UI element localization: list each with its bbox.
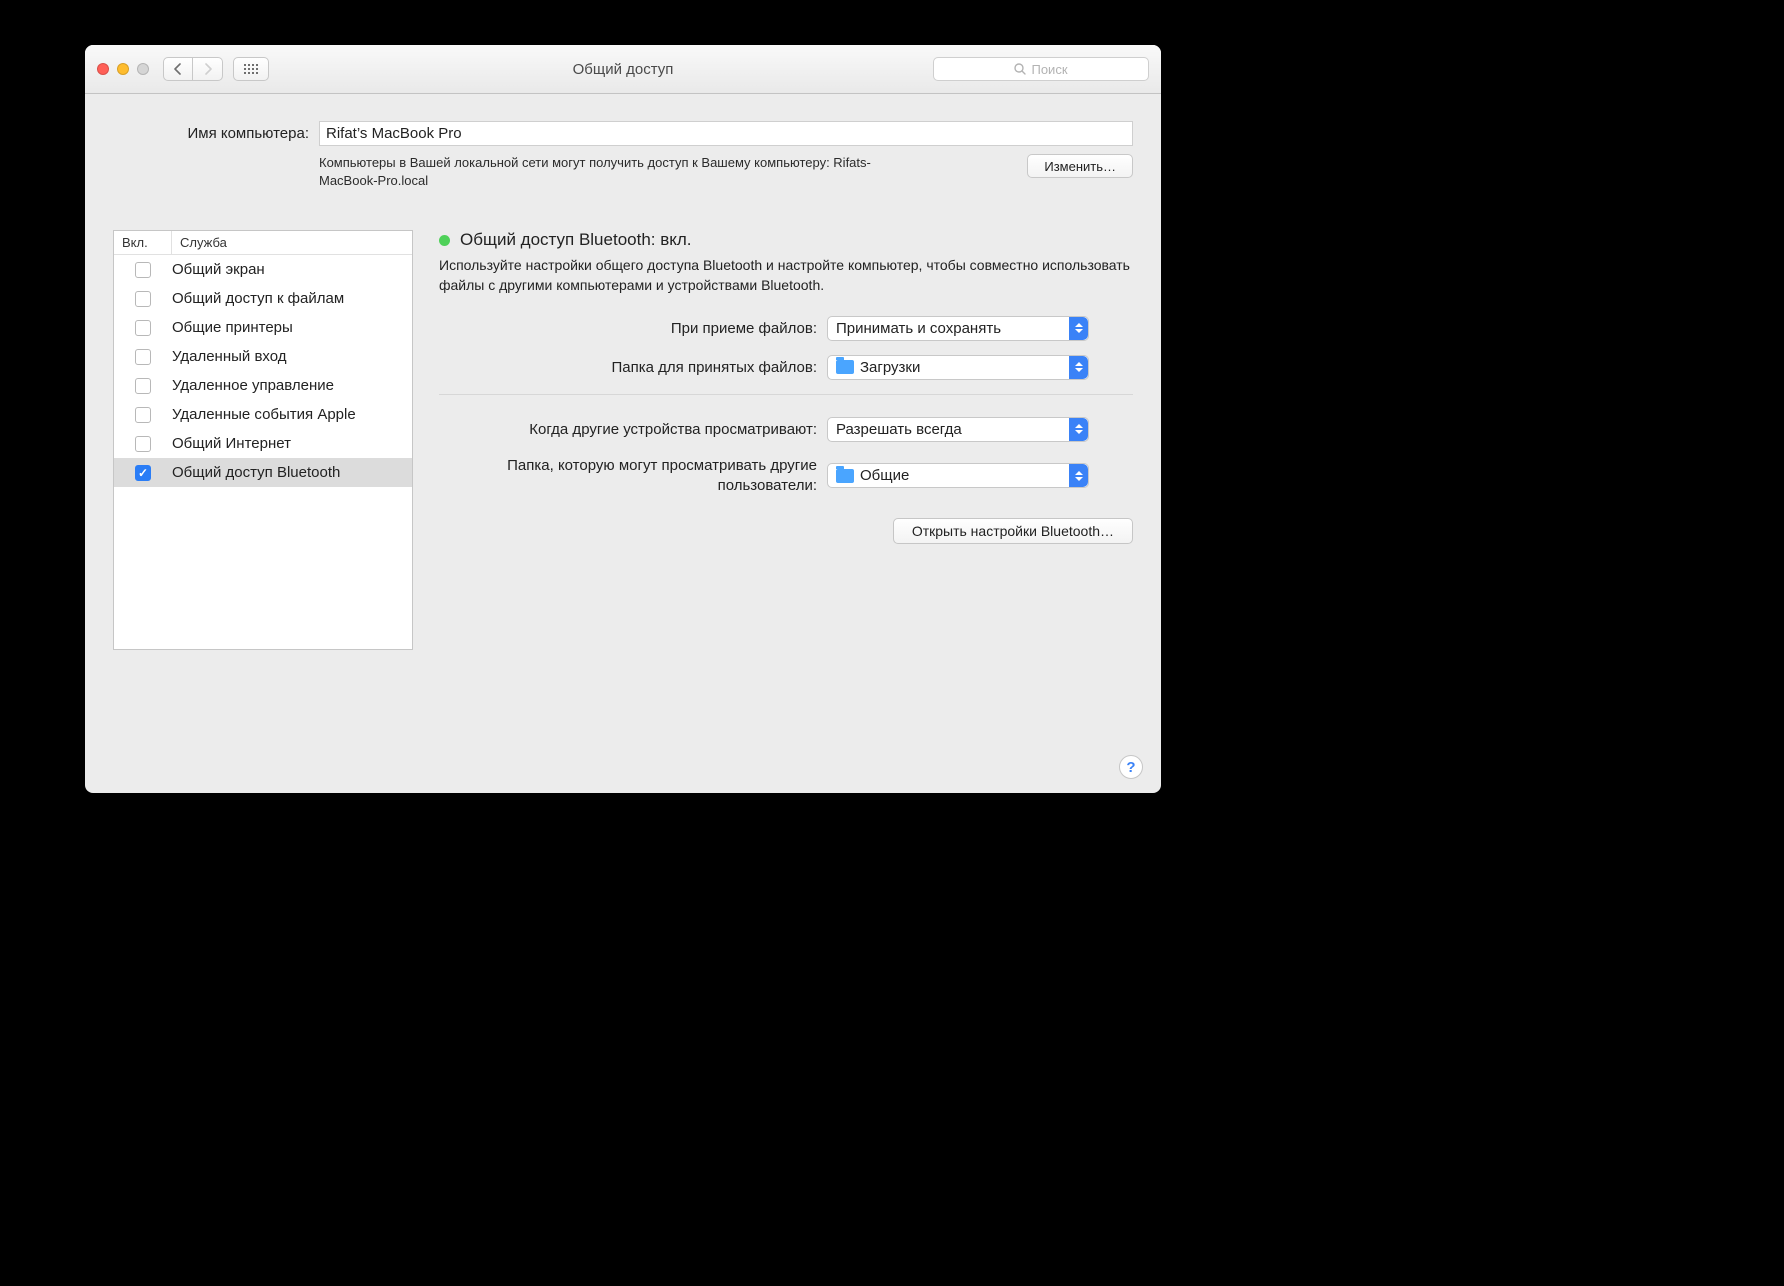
service-label: Общий Интернет [172, 435, 412, 452]
stepper-icon [1069, 418, 1088, 441]
service-label: Общий доступ Bluetooth [172, 464, 412, 481]
separator [439, 394, 1133, 395]
service-checkbox[interactable] [135, 465, 151, 481]
stepper-icon [1069, 464, 1088, 487]
service-detail-pane: Общий доступ Bluetooth: вкл. Используйте… [439, 230, 1133, 650]
service-checkbox[interactable] [135, 291, 151, 307]
services-table: Вкл. Служба Общий экран Общий доступ к фа… [113, 230, 413, 650]
select-value: Принимать и сохранять [836, 320, 1001, 337]
titlebar: Общий доступ Поиск [85, 45, 1161, 94]
content-pane: Имя компьютера: Компьютеры в Вашей локал… [85, 94, 1161, 793]
zoom-window-button [137, 63, 149, 75]
service-description: Используйте настройки общего доступа Blu… [439, 256, 1133, 295]
service-checkbox[interactable] [135, 349, 151, 365]
service-row[interactable]: Общие принтеры [114, 313, 412, 342]
chevron-right-icon [203, 63, 213, 75]
services-table-header: Вкл. Служба [114, 231, 412, 255]
window-controls [97, 63, 149, 75]
computer-name-input[interactable] [319, 121, 1133, 146]
edit-hostname-button[interactable]: Изменить… [1027, 154, 1133, 178]
search-field[interactable]: Поиск [933, 57, 1149, 81]
search-placeholder: Поиск [1031, 62, 1067, 77]
help-button[interactable]: ? [1119, 755, 1143, 779]
receive-folder-select[interactable]: Загрузки [827, 355, 1089, 380]
sharing-preferences-window: Общий доступ Поиск Имя компьютера: Компь… [85, 45, 1161, 793]
service-label: Удаленный вход [172, 348, 412, 365]
service-label: Общий доступ к файлам [172, 290, 412, 307]
chevron-left-icon [173, 63, 183, 75]
select-value: Разрешать всегда [836, 421, 962, 438]
close-window-button[interactable] [97, 63, 109, 75]
browse-folder-label: Папка, которую могут просматривать други… [439, 456, 827, 497]
browse-permission-select[interactable]: Разрешать всегда [827, 417, 1089, 442]
receive-files-select[interactable]: Принимать и сохранять [827, 316, 1089, 341]
computer-name-description: Компьютеры в Вашей локальной сети могут … [319, 154, 899, 190]
service-checkbox[interactable] [135, 407, 151, 423]
forward-button[interactable] [193, 57, 223, 81]
stepper-icon [1069, 356, 1088, 379]
service-label: Удаленные события Apple [172, 406, 412, 423]
browse-permission-label: Когда другие устройства просматривают: [439, 421, 827, 438]
service-label: Удаленное управление [172, 377, 412, 394]
column-header-service: Служба [172, 231, 412, 255]
service-row[interactable]: Удаленный вход [114, 342, 412, 371]
open-bluetooth-prefs-button[interactable]: Открыть настройки Bluetooth… [893, 518, 1133, 544]
select-value: Общие [860, 467, 909, 484]
receive-folder-label: Папка для принятых файлов: [439, 359, 827, 376]
grid-icon [244, 64, 258, 74]
select-value: Загрузки [860, 359, 920, 376]
receive-files-label: При приеме файлов: [439, 320, 827, 337]
minimize-window-button[interactable] [117, 63, 129, 75]
browse-folder-select[interactable]: Общие [827, 463, 1089, 488]
service-row[interactable]: Удаленные события Apple [114, 400, 412, 429]
folder-icon [836, 469, 854, 483]
show-all-button[interactable] [233, 57, 269, 81]
service-checkbox[interactable] [135, 262, 151, 278]
folder-icon [836, 360, 854, 374]
service-row[interactable]: Общий Интернет [114, 429, 412, 458]
service-checkbox[interactable] [135, 436, 151, 452]
search-icon [1014, 63, 1026, 75]
back-button[interactable] [163, 57, 193, 81]
status-indicator-icon [439, 235, 450, 246]
service-label: Общие принтеры [172, 319, 412, 336]
service-checkbox[interactable] [135, 378, 151, 394]
column-header-on: Вкл. [114, 231, 172, 255]
service-status-title: Общий доступ Bluetooth: вкл. [460, 230, 692, 250]
service-row[interactable]: Удаленное управление [114, 371, 412, 400]
nav-segment [163, 57, 223, 81]
stepper-icon [1069, 317, 1088, 340]
service-checkbox[interactable] [135, 320, 151, 336]
service-row[interactable]: Общий экран [114, 255, 412, 284]
service-label: Общий экран [172, 261, 412, 278]
service-row[interactable]: Общий доступ к файлам [114, 284, 412, 313]
computer-name-label: Имя компьютера: [113, 125, 319, 142]
service-row[interactable]: Общий доступ Bluetooth [114, 458, 412, 487]
